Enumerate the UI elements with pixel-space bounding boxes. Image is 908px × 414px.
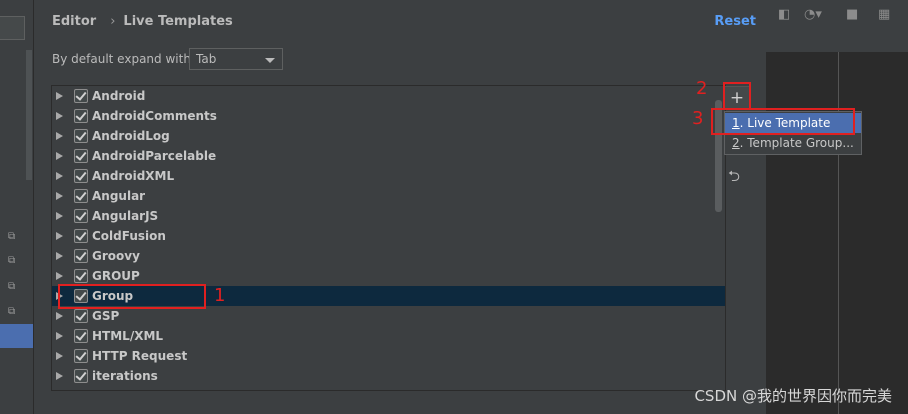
copy-icon: ⧉: [8, 255, 16, 266]
group-checkbox[interactable]: [74, 209, 88, 223]
project-structure-icon[interactable]: ▦: [878, 7, 890, 22]
annotation-box: [723, 82, 751, 110]
expand-triangle-icon[interactable]: [56, 372, 63, 380]
watermark: CSDN @我的世界因你而完美: [694, 387, 892, 405]
editor-tab-bar: [766, 30, 908, 53]
group-label: AndroidParcelable: [92, 149, 217, 163]
ide-background: ◧ ◔▾ ■ ▦: [766, 0, 908, 414]
group-checkbox[interactable]: [74, 169, 88, 183]
expand-triangle-icon[interactable]: [56, 212, 63, 220]
expand-triangle-icon[interactable]: [56, 332, 63, 340]
group-checkbox[interactable]: [74, 229, 88, 243]
live-templates-panel: Editor › Live Templates Reset By default e…: [34, 0, 766, 414]
breadcrumb-editor[interactable]: Editor: [52, 14, 96, 29]
sidebar-scrollbar[interactable]: [26, 50, 32, 180]
group-checkbox[interactable]: [74, 109, 88, 123]
tree-row[interactable]: AndroidXML: [52, 166, 725, 186]
menu-item-template-group[interactable]: 2. Template Group...: [725, 133, 861, 153]
group-label: HTML/XML: [92, 329, 164, 343]
debug-icon[interactable]: ◧: [778, 7, 790, 22]
tree-row[interactable]: AndroidParcelable: [52, 146, 725, 166]
group-checkbox[interactable]: [74, 269, 88, 283]
group-label: AndroidXML: [92, 169, 175, 183]
expand-triangle-icon[interactable]: [56, 152, 63, 160]
group-checkbox[interactable]: [74, 329, 88, 343]
breadcrumb-live-templates: Live Templates: [123, 14, 233, 29]
reset-link[interactable]: Reset: [714, 14, 756, 29]
left-sidebar: ⧉ ⧉ ⧉ ⧉: [0, 0, 34, 414]
group-label: iterations: [92, 369, 158, 383]
group-checkbox[interactable]: [74, 309, 88, 323]
editor-area: [766, 52, 908, 414]
group-checkbox[interactable]: [74, 89, 88, 103]
expand-triangle-icon[interactable]: [56, 312, 63, 320]
annotation-label: 3: [692, 108, 704, 129]
group-checkbox[interactable]: [74, 349, 88, 363]
tree-row[interactable]: Groovy: [52, 246, 725, 266]
editor-divider: [838, 52, 839, 414]
tree-row[interactable]: HTTP Request: [52, 346, 725, 366]
group-label: GROUP: [92, 269, 140, 283]
copy-icon: ⧉: [8, 306, 16, 317]
breadcrumb: Editor › Live Templates: [52, 14, 239, 29]
undo-icon[interactable]: ⮌: [728, 166, 740, 191]
group-label: HTTP Request: [92, 349, 188, 363]
expand-triangle-icon[interactable]: [56, 112, 63, 120]
group-label: AngularJS: [92, 209, 159, 223]
tree-row[interactable]: ColdFusion: [52, 226, 725, 246]
group-label: GSP: [92, 309, 120, 323]
tree-row[interactable]: AndroidComments: [52, 106, 725, 126]
expand-triangle-icon[interactable]: [56, 192, 63, 200]
settings-search-field[interactable]: [0, 16, 25, 40]
group-label: AndroidLog: [92, 129, 170, 143]
expand-triangle-icon[interactable]: [56, 352, 63, 360]
group-checkbox[interactable]: [74, 149, 88, 163]
expand-triangle-icon[interactable]: [56, 92, 63, 100]
group-checkbox[interactable]: [74, 369, 88, 383]
group-label: Angular: [92, 189, 146, 203]
tree-row[interactable]: GSP: [52, 306, 725, 326]
expand-triangle-icon[interactable]: [56, 252, 63, 260]
annotation-box: [58, 284, 206, 309]
expand-with-value: Tab: [196, 52, 217, 66]
annotation-label: 1: [214, 285, 226, 306]
group-label: ColdFusion: [92, 229, 166, 243]
tree-row[interactable]: Android: [52, 86, 725, 106]
chevron-right-icon: ›: [110, 14, 116, 29]
group-checkbox[interactable]: [74, 189, 88, 203]
sidebar-selected-item[interactable]: [0, 324, 33, 348]
stop-icon[interactable]: ■: [846, 7, 858, 22]
tree-row[interactable]: HTML/XML: [52, 326, 725, 346]
expand-with-select[interactable]: Tab: [189, 48, 283, 70]
menu-item-label: . Template Group...: [739, 136, 854, 150]
tree-row[interactable]: GROUP: [52, 266, 725, 286]
tree-row[interactable]: AngularJS: [52, 206, 725, 226]
expand-triangle-icon[interactable]: [56, 232, 63, 240]
group-label: Android: [92, 89, 146, 103]
tree-row[interactable]: AndroidLog: [52, 126, 725, 146]
copy-icon: ⧉: [8, 281, 16, 292]
group-label: Groovy: [92, 249, 140, 263]
chevron-down-icon: [265, 58, 275, 63]
group-label: AndroidComments: [92, 109, 217, 123]
copy-icon: ⧉: [8, 231, 16, 242]
group-checkbox[interactable]: [74, 249, 88, 263]
expand-triangle-icon[interactable]: [56, 132, 63, 140]
annotation-label: 2: [696, 78, 708, 99]
template-tree[interactable]: Android AndroidComments AndroidLog AndroidP…: [51, 85, 726, 391]
expand-triangle-icon[interactable]: [56, 172, 63, 180]
group-checkbox[interactable]: [74, 129, 88, 143]
expand-label: By default expand with: [52, 52, 191, 66]
profile-icon[interactable]: ◔▾: [804, 7, 822, 22]
tree-row[interactable]: iterations: [52, 366, 725, 386]
annotation-box: [711, 108, 855, 135]
tree-row[interactable]: Angular: [52, 186, 725, 206]
expand-triangle-icon[interactable]: [56, 272, 63, 280]
ide-toolbar: ◧ ◔▾ ■ ▦: [766, 0, 908, 30]
